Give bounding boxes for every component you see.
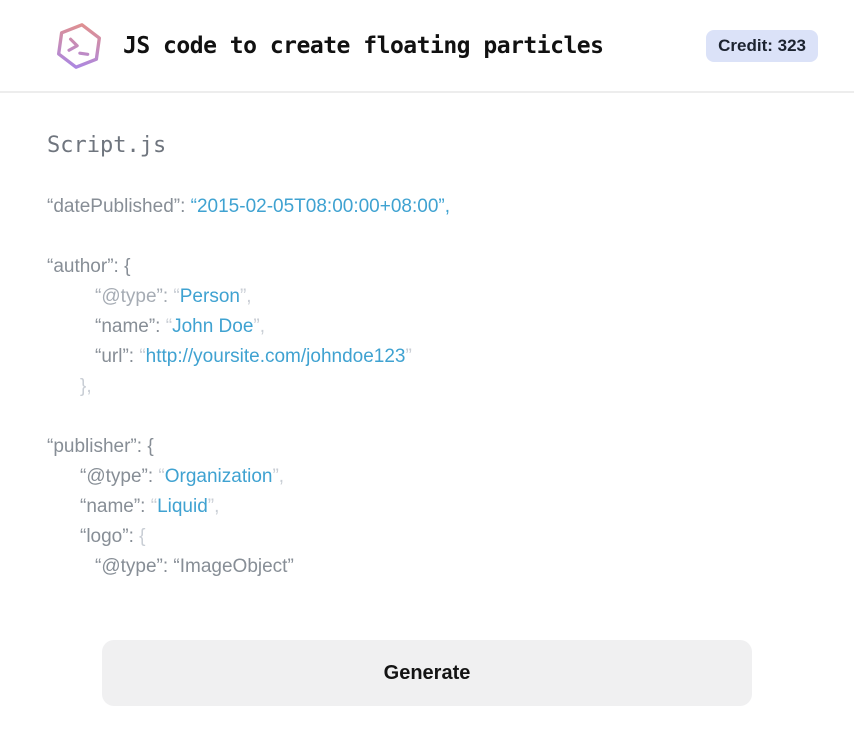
code-line: “@type”: “ImageObject” [95,556,294,577]
code-line: “@type”: “Organization”, [80,466,285,487]
page-title: JS code to create floating particles [123,32,604,59]
generate-button[interactable]: Generate [102,640,752,706]
credit-badge: Credit: 323 [706,29,818,62]
code-block: “datePublished”: “2015-02-05T08:00:00+08… [47,192,807,582]
code-line: “logo”: { [80,526,146,547]
code-line: “name”: “John Doe”, [95,316,266,337]
header: JS code to create floating particles Cre… [0,0,854,93]
code-line: “author”: { [47,256,131,277]
code-line: “name”: “Liquid”, [80,496,220,517]
code-line: “publisher”: { [47,436,154,457]
code-line: “@type”: “Person”, [95,286,252,307]
button-row: Generate [102,640,752,706]
script-filename: Script.js [47,133,167,158]
main-content: Script.js “datePublished”: “2015-02-05T0… [0,133,854,706]
code-line: }, [80,376,92,397]
terminal-prompt-hexagon-icon [53,20,105,72]
code-line: “url”: “http://yoursite.com/johndoe123” [95,346,412,367]
code-line: “datePublished”: “2015-02-05T08:00:00+08… [47,196,450,217]
